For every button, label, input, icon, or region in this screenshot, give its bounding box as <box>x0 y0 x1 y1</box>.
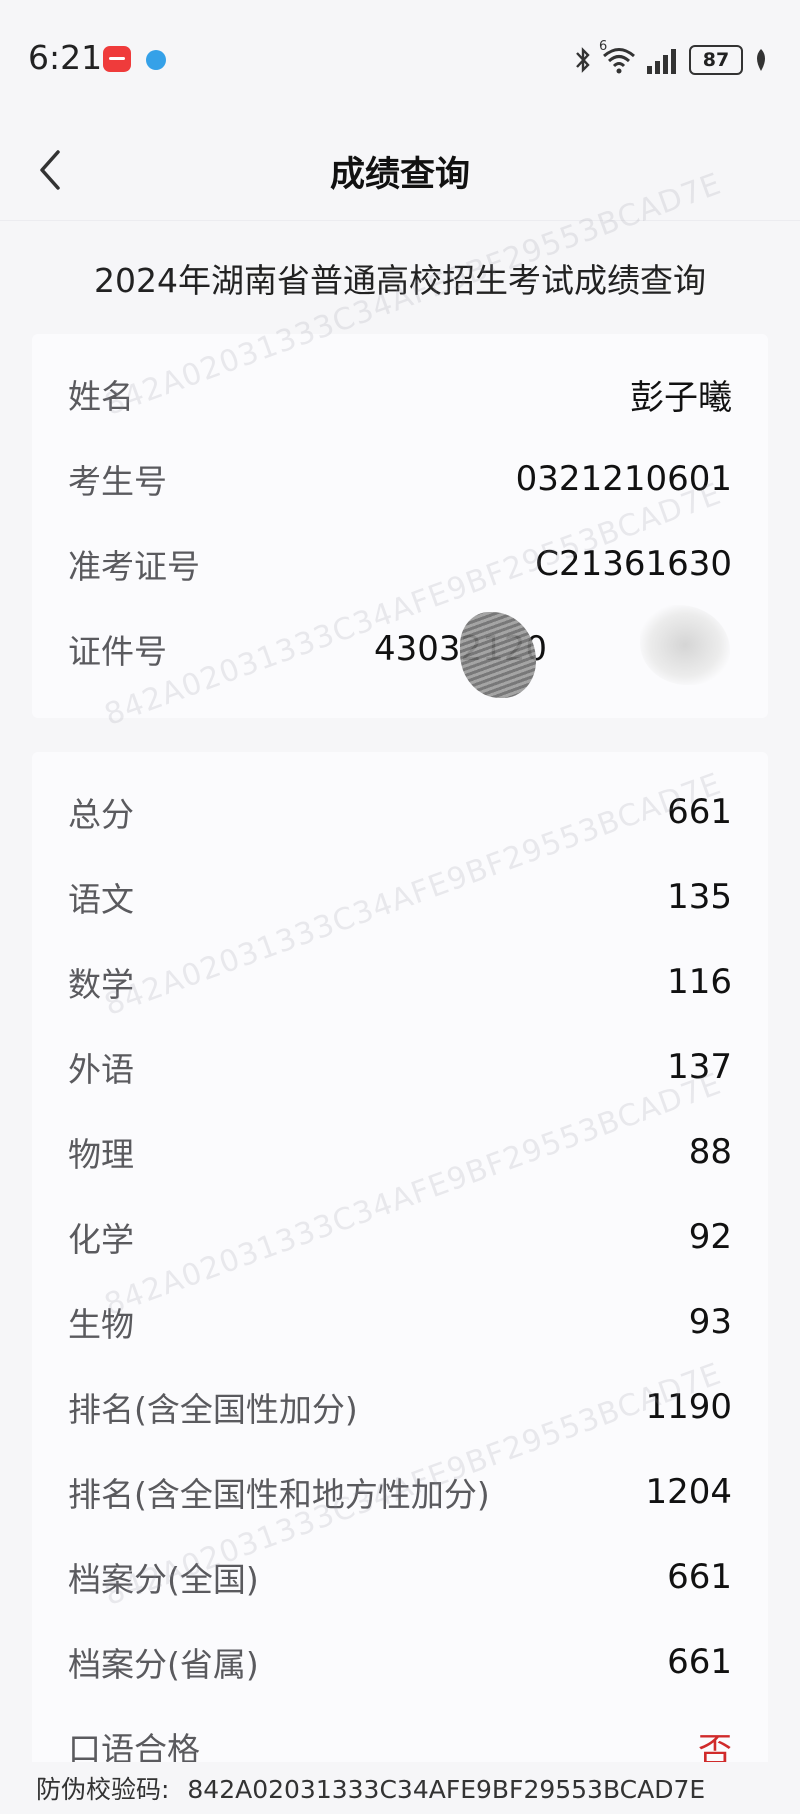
status-bar: 6:21 6 87 <box>0 0 800 120</box>
id-label: 证件号 <box>68 632 167 671</box>
score-label: 总分 <box>68 795 134 834</box>
network-label: 6 <box>599 39 608 54</box>
verification-label: 防伪校验码: <box>36 1775 170 1804</box>
verification-value: 842A02031333C34AFE9BF29553BCAD7E <box>187 1775 706 1804</box>
score-value: 661 <box>667 1642 732 1682</box>
app-browser-icon <box>146 50 166 70</box>
battery-icon: 87 <box>689 45 743 75</box>
wifi-icon: 6 <box>599 39 637 75</box>
bluetooth-icon <box>576 47 590 73</box>
score-value: 116 <box>667 962 732 1002</box>
exam-no-row: 考生号 0321210601 <box>68 449 732 509</box>
status-time: 6:21 <box>28 38 103 77</box>
score-value: 661 <box>667 1557 732 1597</box>
score-label: 排名(含全国性加分) <box>68 1390 358 1429</box>
score-label: 语文 <box>68 880 134 919</box>
leaf-icon <box>757 49 765 71</box>
score-value: 135 <box>667 877 732 917</box>
footer: 防伪校验码: 842A02031333C34AFE9BF29553BCAD7E <box>0 1762 800 1814</box>
score-label: 化学 <box>68 1220 134 1259</box>
app-notification-icon <box>103 46 131 72</box>
score-value: 1204 <box>645 1472 732 1512</box>
score-label: 档案分(省属) <box>68 1645 259 1684</box>
signal-icon <box>647 49 676 74</box>
verification-code: 防伪校验码: 842A02031333C34AFE9BF29553BCAD7E <box>36 1770 705 1806</box>
score-label: 物理 <box>68 1135 134 1174</box>
admission-label: 准考证号 <box>68 547 200 586</box>
status-indicators: 6 87 <box>574 39 770 76</box>
exam-no-label: 考生号 <box>68 462 167 501</box>
name-value: 彭子曦 <box>630 377 732 418</box>
score-row-foreign: 外语 137 <box>68 1037 732 1097</box>
score-value: 88 <box>688 1132 732 1172</box>
score-label: 外语 <box>68 1050 134 1089</box>
score-value: 92 <box>688 1217 732 1257</box>
score-row-archive-province: 档案分(省属) 661 <box>68 1632 732 1692</box>
score-value: 93 <box>688 1302 732 1342</box>
